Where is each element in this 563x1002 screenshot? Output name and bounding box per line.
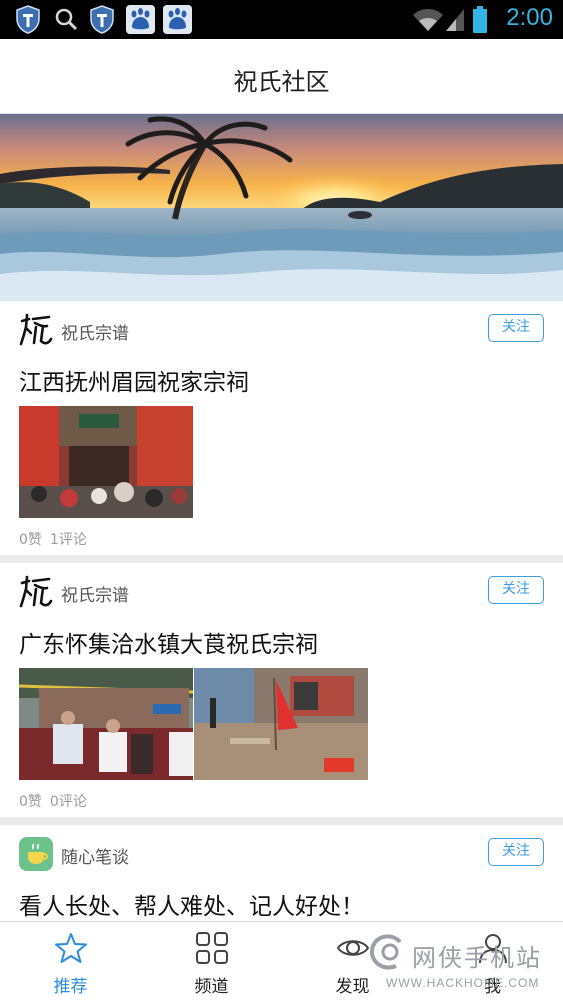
follow-button[interactable]: 关注 xyxy=(488,314,544,342)
feed-card[interactable]: 祝氏宗谱 关注 广东怀集洽水镇大莨祝氏宗祠 0赞 0评论 xyxy=(0,563,563,817)
nav-label: 频道 xyxy=(194,977,229,997)
baidu-icon xyxy=(163,5,192,34)
baidu-icon xyxy=(126,5,155,34)
like-count: 0赞 xyxy=(19,794,42,810)
wifi-icon xyxy=(413,9,443,31)
follow-button[interactable]: 关注 xyxy=(488,838,544,866)
star-icon xyxy=(54,933,87,963)
battery-icon xyxy=(473,6,487,33)
grid-icon xyxy=(195,932,228,964)
comment-count: 0评论 xyxy=(49,794,87,810)
comment-count: 1评论 xyxy=(49,532,87,548)
source-name[interactable]: 随心笔谈 xyxy=(61,843,129,868)
feed-card[interactable]: 随心笔谈 关注 看人长处、帮人难处、记人好处！ xyxy=(0,825,563,921)
post-stats: 0赞 1评论 xyxy=(19,529,95,549)
post-image[interactable] xyxy=(19,668,193,780)
status-bar: 2:00 xyxy=(0,0,563,39)
page-title: 祝氏社区 xyxy=(233,68,330,96)
calligraphy-avatar[interactable] xyxy=(19,313,53,347)
post-image[interactable] xyxy=(194,668,368,780)
post-title[interactable]: 看人长处、帮人难处、记人好处！ xyxy=(19,887,364,921)
post-image[interactable] xyxy=(19,406,193,518)
watermark-text: 网侠手机站 xyxy=(412,944,542,972)
banner-carousel[interactable] xyxy=(0,114,563,301)
post-title[interactable]: 广东怀集洽水镇大莨祝氏宗祠 xyxy=(19,625,318,659)
tea-cup-avatar[interactable] xyxy=(19,837,53,871)
header: 祝氏社区 xyxy=(0,39,563,114)
calligraphy-avatar[interactable] xyxy=(19,575,53,609)
like-count: 0赞 xyxy=(19,532,42,548)
signal-icon xyxy=(446,9,464,31)
watermark-url: WWW.HACKHOME.COM xyxy=(386,976,540,990)
hackhome-logo-icon xyxy=(369,934,402,970)
post-stats: 0赞 0评论 xyxy=(19,791,95,811)
nav-tab-channels[interactable]: 频道 xyxy=(141,922,282,1002)
shield-icon xyxy=(90,5,114,34)
clock: 2:00 xyxy=(506,4,553,31)
nav-tab-recommend[interactable]: 推荐 xyxy=(0,922,141,1002)
shield-icon xyxy=(16,5,40,34)
nav-label: 推荐 xyxy=(53,977,88,997)
feed-card[interactable]: 祝氏宗谱 关注 江西抚州眉园祝家宗祠 0赞 1评论 xyxy=(0,301,563,555)
source-name[interactable]: 祝氏宗谱 xyxy=(61,581,129,606)
follow-button[interactable]: 关注 xyxy=(488,576,544,604)
search-icon xyxy=(55,8,78,31)
post-title[interactable]: 江西抚州眉园祝家宗祠 xyxy=(19,363,249,397)
banner-image xyxy=(0,114,563,301)
source-name[interactable]: 祝氏宗谱 xyxy=(61,319,129,344)
site-watermark: 网侠手机站 WWW.HACKHOME.COM xyxy=(340,928,563,998)
